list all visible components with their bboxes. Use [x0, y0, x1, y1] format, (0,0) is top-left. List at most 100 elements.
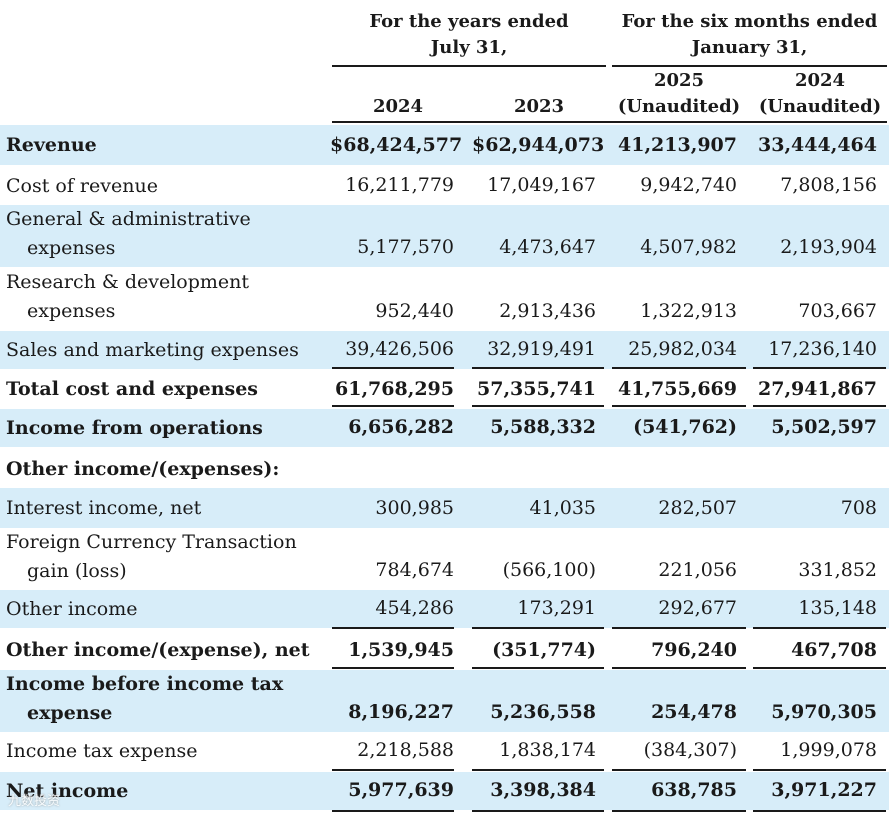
row-label: Interest income, net — [6, 497, 202, 519]
row-income-tax-expense: Income tax expense 2,218,588 1,838,174 (… — [0, 732, 889, 770]
cell-2023: $62,944,073 — [472, 134, 605, 156]
cell-2024: 16,211,779 — [345, 174, 454, 196]
row-label: Revenue — [6, 134, 97, 156]
row-label: Sales and marketing expenses — [6, 339, 299, 361]
column-header-2024b-note: (Unaudited) — [758, 96, 882, 117]
cell-2023: 3,398,384 — [490, 779, 596, 801]
column-header-2025-unaudited: 2025 (Unaudited) — [612, 68, 746, 120]
row-cost-of-revenue: Cost of revenue 16,211,779 17,049,167 9,… — [0, 165, 889, 205]
underline — [332, 667, 454, 669]
header-six-line1: For the six months ended — [621, 11, 878, 32]
row-total-cost-expenses: Total cost and expenses 61,768,295 57,35… — [0, 369, 889, 409]
cell-six-2024: 1,999,078 — [780, 739, 877, 761]
column-header-rule — [332, 121, 887, 123]
cell-six-2025: 638,785 — [651, 779, 737, 801]
cell-six-2025: 9,942,740 — [640, 174, 737, 196]
cell-2023: 173,291 — [517, 597, 596, 619]
cell-six-2025: 41,213,907 — [618, 134, 737, 156]
cell-six-2025: 4,507,982 — [640, 236, 737, 258]
underline — [472, 667, 604, 669]
row-other-income: Other income 454,286 173,291 292,677 135… — [0, 590, 889, 628]
row-label: Income before income tax expense — [6, 670, 283, 728]
watermark: 九数投资 — [8, 794, 61, 809]
row-label: Income tax expense — [6, 740, 198, 762]
cell-2024: 61,768,295 — [335, 378, 454, 400]
row-revenue: Revenue $68,424,577 $62,944,073 41,213,9… — [0, 125, 889, 165]
income-statement-table: For the years ended July 31, For the six… — [0, 0, 889, 815]
cell-2023: 2,913,436 — [499, 300, 596, 322]
column-header-2024-unaudited: 2024 (Unaudited) — [753, 68, 887, 120]
row-other-income-heading: Other income/(expenses): — [0, 450, 889, 488]
row-sales-marketing: Sales and marketing expenses 39,426,506 … — [0, 331, 889, 369]
row-net-income: Net income 5,977,639 3,398,384 638,785 3… — [0, 772, 889, 810]
cell-2023: 57,355,741 — [477, 378, 596, 400]
row-foreign-currency: Foreign Currency Transaction gain (loss)… — [0, 528, 889, 590]
header-rule-six-months — [612, 65, 887, 67]
column-header-2025-year: 2025 — [653, 70, 705, 91]
cell-2023: (566,100) — [502, 559, 596, 581]
cell-six-2024: 5,502,597 — [771, 416, 877, 438]
column-header-2024: 2024 — [372, 96, 424, 117]
cell-six-2025: (541,762) — [633, 416, 737, 438]
double-underline — [753, 810, 886, 812]
cell-2023: 5,236,558 — [490, 701, 596, 723]
row-label-line1: Foreign Currency Transaction — [6, 531, 297, 553]
row-income-before-tax: Income before income tax expense 8,196,2… — [0, 670, 889, 732]
row-label-line1: Research & development — [6, 271, 250, 293]
row-label-line1: Income before income tax — [6, 673, 284, 695]
header-six-months-ended: For the six months ended January 31, — [612, 9, 887, 61]
row-label-line2: gain (loss) — [27, 560, 127, 582]
cell-2023: 5,588,332 — [490, 416, 596, 438]
cell-2024: 8,196,227 — [348, 701, 454, 723]
cell-2024: 454,286 — [375, 597, 454, 619]
row-label: Total cost and expenses — [6, 378, 258, 400]
row-general-administrative: General & administrative expenses 5,177,… — [0, 205, 889, 267]
cell-2024: 300,985 — [375, 497, 454, 519]
row-label: Income from operations — [6, 417, 263, 439]
double-underline — [332, 810, 454, 812]
row-label: General & administrative expenses — [6, 205, 251, 263]
cell-six-2025: 282,507 — [658, 497, 737, 519]
cell-2024: 1,539,945 — [348, 639, 454, 661]
column-header-2023: 2023 — [513, 96, 565, 117]
cell-six-2025: 221,056 — [658, 559, 737, 581]
row-other-income-net: Other income/(expense), net 1,539,945 (3… — [0, 630, 889, 670]
cell-six-2025: 25,982,034 — [628, 338, 737, 360]
cell-2024: 5,177,570 — [357, 236, 454, 258]
row-label-line2: expenses — [27, 237, 116, 259]
header-years-line1: For the years ended — [369, 11, 569, 32]
row-label: Other income/(expenses): — [6, 458, 280, 480]
row-label: Other income/(expense), net — [6, 639, 310, 661]
cell-six-2024: 331,852 — [798, 559, 877, 581]
cell-six-2025: 41,755,669 — [618, 378, 737, 400]
underline — [612, 627, 746, 629]
row-label: Cost of revenue — [6, 175, 158, 197]
row-research-development: Research & development expenses 952,440 … — [0, 267, 889, 331]
cell-six-2024: 467,708 — [791, 639, 877, 661]
double-underline — [472, 810, 604, 812]
cell-2024: 952,440 — [375, 300, 454, 322]
cell-2024: 39,426,506 — [345, 338, 454, 360]
cell-six-2024: 17,236,140 — [768, 338, 877, 360]
cell-six-2024: 703,667 — [798, 300, 877, 322]
header-six-line2: January 31, — [691, 37, 808, 58]
row-label-line2: expenses — [27, 300, 116, 322]
cell-2023: 4,473,647 — [499, 236, 596, 258]
cell-2023: (351,774) — [492, 639, 596, 661]
cell-six-2024: 5,970,305 — [771, 701, 877, 723]
cell-six-2025: (384,307) — [643, 739, 737, 761]
column-header-2024b-year: 2024 — [794, 70, 846, 91]
cell-2023: 41,035 — [529, 497, 596, 519]
cell-six-2025: 292,677 — [658, 597, 737, 619]
row-label-line1: General & administrative — [6, 208, 251, 230]
cell-six-2024: 27,941,867 — [758, 378, 877, 400]
row-label: Research & development expenses — [6, 268, 249, 326]
cell-six-2024: 33,444,464 — [758, 134, 877, 156]
underline — [612, 667, 746, 669]
header-years-ended: For the years ended July 31, — [332, 9, 606, 61]
header-rule-years — [332, 65, 606, 67]
cell-2023: 32,919,491 — [487, 338, 596, 360]
row-label: Foreign Currency Transaction gain (loss) — [6, 528, 297, 586]
cell-2024: $68,424,577 — [330, 134, 463, 156]
cell-six-2024: 135,148 — [798, 597, 877, 619]
